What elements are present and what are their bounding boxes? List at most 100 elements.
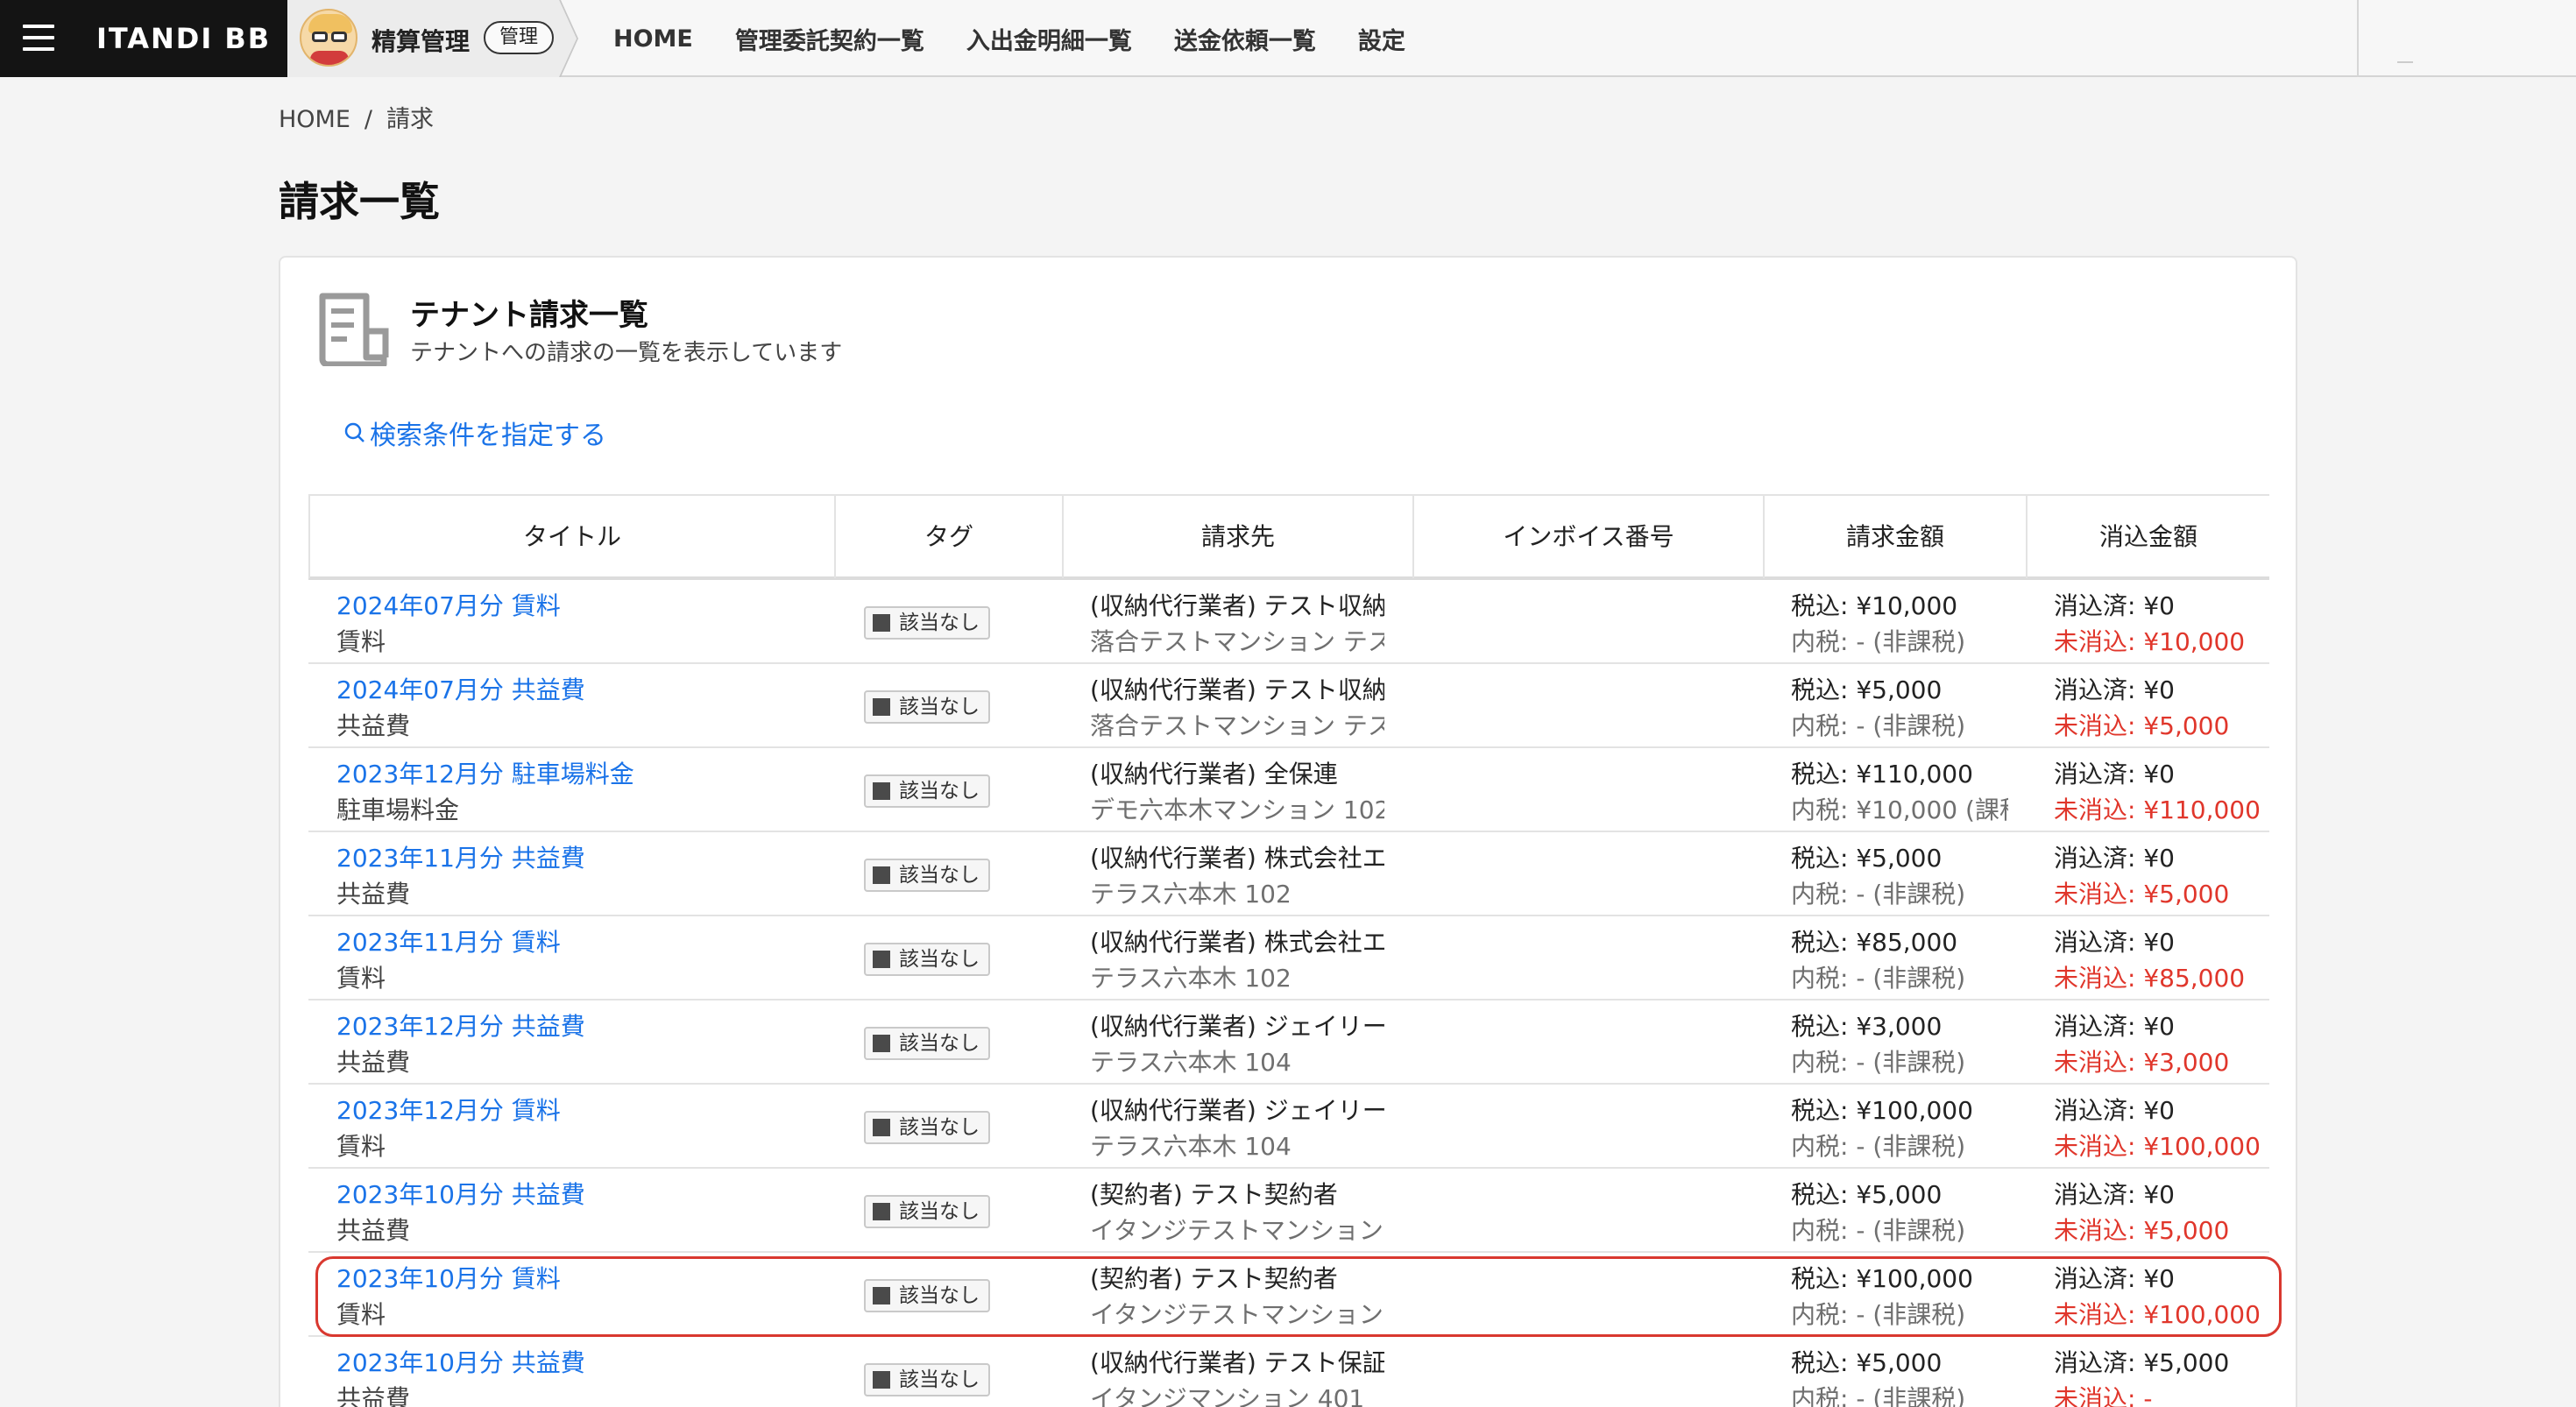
- invoice-category: 賃料: [336, 1300, 386, 1329]
- nav-user-area[interactable]: [2397, 61, 2413, 63]
- cleared-cell: 消込済: ¥0 未消込: ¥100,000: [2054, 1262, 2269, 1333]
- invoice-category: 賃料: [336, 964, 386, 993]
- table-row[interactable]: 2023年11月分 賃料 賃料 該当なし (収納代行業者) 株式会社エ テラス六本木 1…: [308, 916, 2269, 1000]
- amount-tax: 内税: - (非課税): [1791, 1384, 1966, 1407]
- uncleared-amount: 未消込: -: [2054, 1384, 2153, 1407]
- table-header: タイトル タグ 請求先 インボイス番号 請求金額 消込金額: [308, 494, 2269, 580]
- tag-badge: 該当なし: [864, 774, 990, 808]
- payer-cell: (収納代行業者) テスト収納 落合テストマンション テス: [1090, 589, 1384, 661]
- card-subtitle: テナントへの請求の一覧を表示しています: [410, 340, 843, 366]
- invoice-title-link[interactable]: 2023年11月分 共益費: [336, 841, 827, 876]
- invoice-category: 共益費: [336, 711, 411, 740]
- amount-cell: 税込: ¥3,000 内税: - (非課税): [1791, 1009, 2008, 1081]
- breadcrumb-home[interactable]: HOME: [279, 106, 350, 133]
- table-row[interactable]: 2023年10月分 共益費共益費 該当なし (収納代行業者) テスト保証 イタンジマン…: [308, 1337, 2269, 1407]
- search-conditions-link[interactable]: 検索条件を指定する: [343, 414, 606, 452]
- cleared-cell: 消込済: ¥0 未消込: ¥5,000: [2054, 841, 2269, 913]
- payer-name: (収納代行業者) テスト収納: [1090, 591, 1384, 620]
- nav-management-contracts[interactable]: 管理委託契約一覧: [735, 22, 924, 56]
- square-icon: [873, 1371, 890, 1389]
- tag-label: 該当なし: [899, 1032, 980, 1055]
- search-icon: [344, 422, 364, 442]
- amount-incl-tax: 税込: ¥10,000: [1791, 591, 1958, 620]
- property-name: デモ六本木マンション 102: [1090, 795, 1384, 824]
- nav-transactions[interactable]: 入出金明細一覧: [966, 22, 1132, 56]
- invoice-category: 賃料: [336, 1132, 386, 1161]
- square-icon: [873, 1119, 890, 1136]
- col-invoice-number[interactable]: インボイス番号: [1412, 496, 1763, 578]
- tag-badge: 該当なし: [864, 1279, 990, 1312]
- square-icon: [873, 614, 890, 632]
- property-name: テラス六本木 102: [1090, 880, 1292, 909]
- invoice-title-link[interactable]: 2023年12月分 共益費: [336, 1009, 827, 1044]
- table-row[interactable]: 2023年12月分 駐車場料金 駐車場料金 該当なし (収納代行業者) 全保連 デモ六本…: [308, 748, 2269, 832]
- payer-name: (収納代行業者) テスト保証: [1090, 1348, 1384, 1377]
- invoice-title-link[interactable]: 2023年12月分 賃料: [336, 1093, 827, 1128]
- cleared-amount: 消込済: ¥0: [2054, 675, 2175, 704]
- invoice-title-link[interactable]: 2023年10月分 共益費: [336, 1177, 827, 1213]
- amount-cell: 税込: ¥100,000 内税: - (非課税): [1791, 1093, 2008, 1165]
- cleared-cell: 消込済: ¥0 未消込: ¥85,000: [2054, 925, 2269, 997]
- cleared-amount: 消込済: ¥0: [2054, 760, 2175, 788]
- amount-cell: 税込: ¥85,000 内税: - (非課税): [1791, 925, 2008, 997]
- product-name[interactable]: 精算管理: [372, 23, 470, 58]
- document-icon: [319, 293, 389, 366]
- tag-label: 該当なし: [899, 864, 980, 887]
- card-title: テナント請求一覧: [410, 298, 648, 333]
- table-row[interactable]: 2023年10月分 賃料 賃料 該当なし (契約者) テスト契約者 イタンジテストマンシ…: [308, 1253, 2269, 1337]
- title-cell: 2023年12月分 駐車場料金 駐車場料金: [336, 757, 827, 829]
- uncleared-amount: 未消込: ¥10,000: [2054, 627, 2246, 656]
- col-title[interactable]: タイトル: [308, 496, 834, 578]
- uncleared-amount: 未消込: ¥5,000: [2054, 880, 2230, 909]
- payer-name: (収納代行業者) 株式会社エ: [1090, 844, 1384, 873]
- brand-logo[interactable]: ITANDI BB: [96, 22, 271, 55]
- title-cell: 2023年10月分 共益費共益費: [336, 1346, 827, 1407]
- title-cell: 2023年10月分 賃料賃料: [336, 1262, 827, 1333]
- table-row[interactable]: 2023年12月分 賃料 賃料 該当なし (収納代行業者) ジェイリー テラス六本木 1…: [308, 1085, 2269, 1169]
- col-amount[interactable]: 請求金額: [1763, 496, 2026, 578]
- table-row[interactable]: 2023年10月分 共益費 共益費 該当なし (契約者) テスト契約者 イタンジテストマ…: [308, 1169, 2269, 1253]
- payer-name: (収納代行業者) テスト収納: [1090, 675, 1384, 704]
- amount-tax: 内税: - (非課税): [1791, 1300, 1966, 1329]
- nav-remittance-requests[interactable]: 送金依頼一覧: [1174, 22, 1316, 56]
- amount-tax: 内税: ¥10,000 (課税: [1791, 795, 2008, 824]
- invoice-category: 共益費: [336, 1384, 411, 1407]
- cleared-amount: 消込済: ¥0: [2054, 1012, 2175, 1041]
- invoice-category: 共益費: [336, 1216, 411, 1245]
- invoice-title-link[interactable]: 2023年10月分 共益費: [336, 1346, 827, 1381]
- cleared-amount: 消込済: ¥0: [2054, 1264, 2175, 1293]
- table-row[interactable]: 2023年12月分 共益費 共益費 該当なし (収納代行業者) ジェイリー テラス六本木…: [308, 1000, 2269, 1085]
- tag-label: 該当なし: [899, 1368, 980, 1391]
- amount-incl-tax: 税込: ¥100,000: [1791, 1264, 1973, 1293]
- invoice-title-link[interactable]: 2023年10月分 賃料: [336, 1262, 827, 1297]
- square-icon: [873, 1203, 890, 1220]
- page-title: 請求一覧: [279, 178, 440, 225]
- title-cell: 2023年11月分 賃料賃料: [336, 925, 827, 997]
- amount-tax: 内税: - (非課税): [1791, 1216, 1966, 1245]
- amount-cell: 税込: ¥5,000 内税: - (非課税): [1791, 673, 2008, 745]
- invoice-title-link[interactable]: 2023年12月分 駐車場料金: [336, 757, 827, 792]
- table-row[interactable]: 2023年11月分 共益費 共益費 該当なし (収納代行業者) 株式会社エ テラス六本木…: [308, 832, 2269, 916]
- tenant-invoice-card: テナント請求一覧 テナントへの請求の一覧を表示しています 検索条件を指定する タ…: [279, 256, 2297, 1407]
- table-row[interactable]: 2024年07月分 賃料 賃料 該当なし (収納代行業者) テスト収納 落合テストマンシ…: [308, 580, 2269, 664]
- product-role-badge: 管理: [484, 21, 555, 54]
- col-tag[interactable]: タグ: [834, 496, 1062, 578]
- square-icon: [873, 698, 890, 716]
- uncleared-amount: 未消込: ¥3,000: [2054, 1048, 2230, 1077]
- invoice-title-link[interactable]: 2023年11月分 賃料: [336, 925, 827, 960]
- payer-cell: (収納代行業者) テスト保証 イタンジマンション 401: [1090, 1346, 1384, 1407]
- invoice-title-link[interactable]: 2024年07月分 賃料: [336, 589, 827, 624]
- square-icon: [873, 1287, 890, 1304]
- cleared-amount: 消込済: ¥5,000: [2054, 1348, 2230, 1377]
- table-row[interactable]: 2024年07月分 共益費 共益費 該当なし (収納代行業者) テスト収納 落合テストマ…: [308, 664, 2269, 748]
- nav-home[interactable]: HOME: [613, 25, 693, 53]
- tag-badge: 該当なし: [864, 1195, 990, 1228]
- tag-label: 該当なし: [899, 612, 980, 634]
- col-payer[interactable]: 請求先: [1062, 496, 1412, 578]
- invoice-title-link[interactable]: 2024年07月分 共益費: [336, 673, 827, 708]
- col-cleared[interactable]: 消込金額: [2026, 496, 2269, 578]
- nav-settings[interactable]: 設定: [1358, 22, 1405, 56]
- square-icon: [873, 782, 890, 800]
- hamburger-icon[interactable]: [23, 23, 54, 53]
- amount-cell: 税込: ¥110,000 内税: ¥10,000 (課税: [1791, 757, 2008, 829]
